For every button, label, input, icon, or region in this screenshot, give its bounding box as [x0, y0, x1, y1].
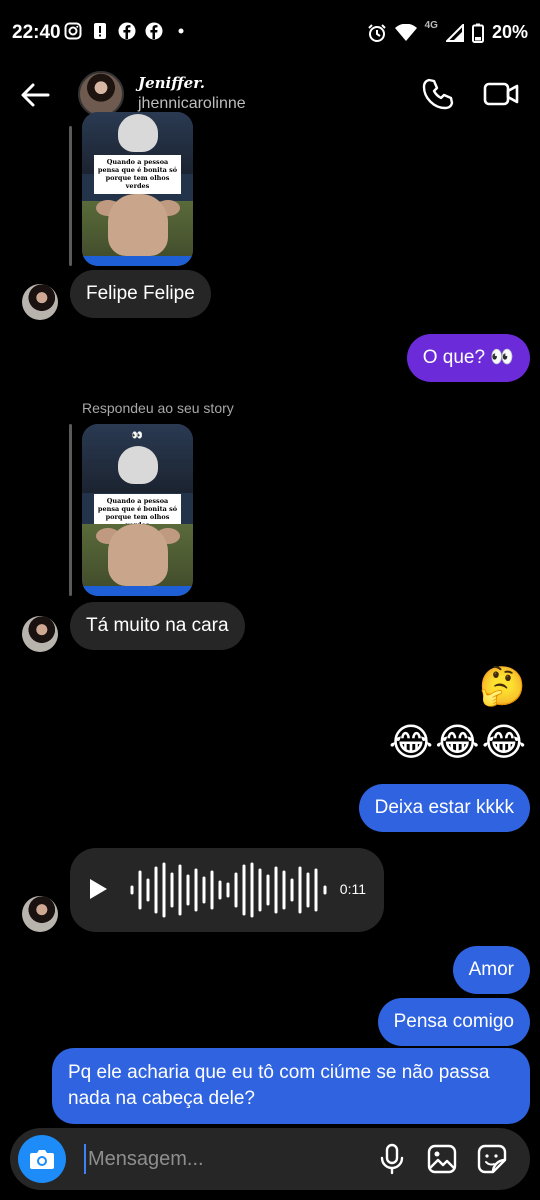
voice-duration: 0:11 — [339, 881, 366, 897]
back-arrow-icon[interactable] — [18, 78, 52, 112]
thumb-person — [118, 446, 158, 484]
thumb-person — [118, 114, 158, 152]
system-indicators: 4G 20% — [367, 20, 528, 43]
phone-call-icon[interactable] — [420, 76, 456, 112]
message-thread[interactable]: Quando a pessoa pensa que é bonita só po… — [0, 112, 540, 1124]
sender-avatar[interactable] — [22, 284, 58, 320]
story-thumbnail[interactable]: Quando a pessoa pensa que é bonita só po… — [82, 112, 193, 266]
notification-icons — [64, 22, 190, 40]
play-icon[interactable] — [90, 879, 107, 899]
outgoing-message[interactable]: Amor — [452, 946, 530, 994]
alarm-icon — [367, 23, 386, 42]
outgoing-message[interactable]: Pensa comigo — [377, 998, 530, 1046]
gallery-icon[interactable] — [426, 1143, 458, 1175]
chat-header: Jeniffer. jhennicarolinne — [0, 66, 540, 122]
voice-message[interactable]: 0:11 — [70, 848, 384, 932]
incoming-message[interactable]: Tá muito na cara — [70, 602, 245, 650]
outgoing-message[interactable]: Pq ele acharia que eu tô com ciúme se nã… — [52, 1048, 530, 1124]
sender-avatar[interactable] — [22, 616, 58, 652]
sticker-icon[interactable] — [476, 1143, 508, 1175]
contact-avatar[interactable] — [78, 71, 124, 117]
more-notifications-dot-icon — [178, 28, 184, 34]
signal-icon — [445, 23, 464, 42]
clock: 22:40 — [12, 22, 61, 43]
battery-icon — [471, 23, 484, 43]
outgoing-emoji-message[interactable]: 😂😂😂 — [389, 724, 528, 762]
message-input[interactable] — [88, 1140, 368, 1178]
battery-percent: 20% — [491, 22, 528, 42]
thumb-character — [108, 194, 168, 256]
waveform — [130, 862, 327, 918]
story-reply-line — [69, 424, 72, 596]
wifi-icon — [394, 23, 417, 41]
facebook-icon — [145, 22, 163, 40]
outgoing-message[interactable]: O que? 👀 — [406, 334, 530, 382]
thumb-stripe — [82, 586, 193, 596]
story-thumbnail[interactable]: 👀 Quando a pessoa pensa que é bonita só … — [82, 424, 193, 596]
incoming-message[interactable]: Felipe Felipe — [70, 270, 211, 318]
video-call-icon[interactable] — [482, 76, 520, 112]
alert-icon — [94, 23, 106, 39]
camera-button[interactable] — [18, 1135, 66, 1183]
text-cursor — [84, 1144, 86, 1174]
thumb-emoji: 👀 — [131, 430, 144, 440]
story-reply-label: Respondeu ao seu story — [82, 400, 234, 416]
sender-avatar[interactable] — [22, 896, 58, 932]
contact-username[interactable]: jhennicarolinne — [138, 95, 246, 113]
network-type: 4G — [424, 20, 438, 31]
camera-icon — [30, 1150, 54, 1169]
outgoing-message[interactable]: Deixa estar kkkk — [358, 784, 530, 832]
facebook-icon — [118, 22, 136, 40]
contact-display-name[interactable]: Jeniffer. — [138, 74, 205, 92]
microphone-icon[interactable] — [378, 1143, 406, 1175]
story-reply-line — [69, 126, 72, 266]
thumb-character — [108, 524, 168, 586]
story-caption: Quando a pessoa pensa que é bonita só po… — [94, 155, 181, 194]
status-bar: 22:40 4G 20% — [0, 0, 540, 66]
message-composer — [10, 1128, 530, 1190]
outgoing-emoji-message[interactable]: 🤔 — [479, 668, 526, 706]
instagram-icon — [64, 22, 82, 40]
thumb-stripe — [82, 256, 193, 266]
